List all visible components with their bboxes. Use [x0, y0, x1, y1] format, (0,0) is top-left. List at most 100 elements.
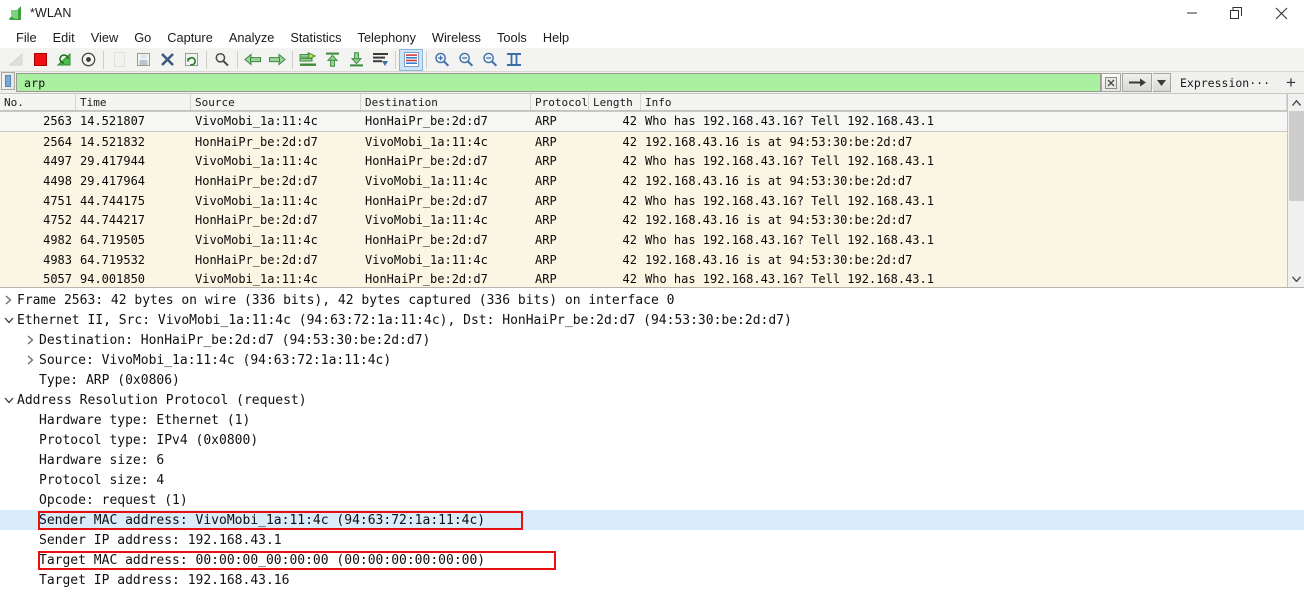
detail-tree-row[interactable]: Destination: HonHaiPr_be:2d:d7 (94:53:30… — [0, 330, 1304, 350]
reload-file-icon[interactable] — [179, 49, 203, 71]
cell-source: VivoMobi_1a:11:4c — [195, 232, 318, 247]
detail-tree-label: Target MAC address: 00:00:00_00:00:00 (0… — [39, 552, 486, 568]
restart-capture-icon[interactable] — [52, 49, 76, 71]
stop-capture-icon[interactable] — [28, 49, 52, 71]
table-row[interactable]: 4497 29.417944 VivoMobi_1a:11:4c HonHaiPr_b… — [0, 151, 1287, 171]
title-bar: *WLAN — [0, 0, 1304, 26]
close-icon[interactable] — [1259, 0, 1304, 26]
clear-filter-icon[interactable] — [1100, 73, 1121, 92]
table-row[interactable]: 4751 44.744175 VivoMobi_1a:11:4c HonHaiPr_b… — [0, 191, 1287, 211]
packet-list-column-header-no[interactable]: No. — [0, 94, 76, 110]
toolbar-separator — [237, 50, 238, 69]
cell-no: 4982 — [43, 232, 72, 247]
menu-item-telephony[interactable]: Telephony — [350, 28, 424, 47]
detail-tree-row[interactable]: Opcode: request (1) — [0, 490, 1304, 510]
detail-tree-row[interactable]: Type: ARP (0x0806) — [0, 370, 1304, 390]
capture-options-icon[interactable] — [76, 49, 100, 71]
detail-tree-row[interactable]: Ethernet II, Src: VivoMobi_1a:11:4c (94:… — [0, 310, 1304, 330]
cell-destination: HonHaiPr_be:2d:d7 — [365, 154, 488, 169]
chevron-down-icon[interactable] — [0, 397, 17, 404]
chevron-right-icon[interactable] — [22, 335, 39, 345]
table-row[interactable]: 4752 44.744217 HonHaiPr_be:2d:d7 VivoMobi_1… — [0, 210, 1287, 230]
detail-tree-row[interactable]: Frame 2563: 42 bytes on wire (336 bits),… — [0, 290, 1304, 310]
scrollbar-thumb[interactable] — [1289, 111, 1304, 201]
table-row[interactable]: 2564 14.521832 HonHaiPr_be:2d:d7 VivoMobi_1… — [0, 132, 1287, 152]
cell-no: 4751 — [43, 193, 72, 208]
menu-item-file[interactable]: File — [8, 28, 45, 47]
menu-item-view[interactable]: View — [83, 28, 127, 47]
scrollbar-track[interactable] — [1288, 111, 1304, 270]
table-row[interactable]: 5057 94.001850 VivoMobi_1a:11:4c HonHaiPr_b… — [0, 270, 1287, 288]
normal-size-icon[interactable] — [478, 49, 502, 71]
chevron-right-icon[interactable] — [0, 295, 17, 305]
go-forward-icon[interactable] — [265, 49, 289, 71]
detail-tree-row[interactable]: Hardware type: Ethernet (1) — [0, 410, 1304, 430]
go-first-packet-icon[interactable] — [320, 49, 344, 71]
cell-no: 5057 — [43, 272, 72, 287]
display-filter-input[interactable]: arp — [16, 73, 1101, 92]
detail-tree-row[interactable]: Sender IP address: 192.168.43.1 — [0, 530, 1304, 550]
filter-bookmark-icon[interactable] — [1, 72, 15, 90]
close-file-icon[interactable] — [155, 49, 179, 71]
table-row[interactable]: 4983 64.719532 HonHaiPr_be:2d:d7 VivoMobi_1… — [0, 250, 1287, 270]
menu-item-help[interactable]: Help — [535, 28, 577, 47]
detail-tree-row[interactable]: Source: VivoMobi_1a:11:4c (94:63:72:1a:1… — [0, 350, 1304, 370]
go-last-packet-icon[interactable] — [344, 49, 368, 71]
menu-item-go[interactable]: Go — [126, 28, 159, 47]
packet-list-rows[interactable]: 2563 14.521807 VivoMobi_1a:11:4c HonHaiPr_b… — [0, 111, 1287, 287]
filter-expression-button[interactable]: Expression··· — [1172, 72, 1278, 93]
cell-source: HonHaiPr_be:2d:d7 — [195, 173, 318, 188]
menu-item-wireless[interactable]: Wireless — [424, 28, 489, 47]
table-row[interactable]: 4498 29.417964 HonHaiPr_be:2d:d7 VivoMobi_1… — [0, 171, 1287, 191]
add-filter-button[interactable]: + — [1278, 72, 1304, 93]
go-to-packet-icon[interactable] — [296, 49, 320, 71]
cell-protocol: ARP — [535, 173, 557, 188]
packet-list-column-header-source[interactable]: Source — [191, 94, 361, 110]
packet-list-column-header-info[interactable]: Info — [641, 94, 1287, 110]
table-row[interactable]: 4982 64.719505 VivoMobi_1a:11:4c HonHaiPr_b… — [0, 230, 1287, 250]
detail-tree-row[interactable]: Address Resolution Protocol (request) — [0, 390, 1304, 410]
packet-list-column-header-time[interactable]: Time — [76, 94, 191, 110]
packet-list-column-header-protocol[interactable]: Protocol — [531, 94, 589, 110]
menu-item-analyze[interactable]: Analyze — [221, 28, 283, 47]
zoom-in-icon[interactable] — [430, 49, 454, 71]
chevron-down-icon[interactable] — [0, 317, 17, 324]
chevron-right-icon[interactable] — [22, 355, 39, 365]
resize-columns-icon[interactable] — [502, 49, 526, 71]
save-file-icon[interactable] — [131, 49, 155, 71]
packet-list-column-header-destination[interactable]: Destination — [361, 94, 531, 110]
detail-tree-row[interactable]: Hardware size: 6 — [0, 450, 1304, 470]
filter-history-chevron-icon[interactable] — [1152, 73, 1171, 92]
menu-item-edit[interactable]: Edit — [45, 28, 83, 47]
colorize-packets-icon[interactable] — [399, 48, 423, 71]
auto-scroll-icon[interactable] — [368, 49, 392, 71]
apply-filter-icon[interactable] — [1121, 73, 1152, 92]
menu-item-capture[interactable]: Capture — [159, 28, 221, 47]
scroll-up-icon[interactable] — [1288, 94, 1304, 111]
packet-list-scrollbar[interactable] — [1287, 94, 1304, 287]
cell-length: 42 — [622, 252, 637, 267]
cell-protocol: ARP — [535, 193, 557, 208]
detail-tree-row[interactable]: Protocol size: 4 — [0, 470, 1304, 490]
scroll-down-icon[interactable] — [1288, 270, 1304, 287]
packet-list-column-header-length[interactable]: Length — [589, 94, 641, 110]
menu-item-statistics[interactable]: Statistics — [282, 28, 349, 47]
packet-detail-pane[interactable]: Frame 2563: 42 bytes on wire (336 bits),… — [0, 288, 1304, 590]
detail-tree-row[interactable]: Protocol type: IPv4 (0x0800) — [0, 430, 1304, 450]
detail-tree-row[interactable]: Target IP address: 192.168.43.16 — [0, 570, 1304, 590]
cell-destination: HonHaiPr_be:2d:d7 — [365, 114, 488, 129]
cell-source: HonHaiPr_be:2d:d7 — [195, 252, 318, 267]
detail-tree-row[interactable]: Sender MAC address: VivoMobi_1a:11:4c (9… — [0, 510, 1304, 530]
minimize-icon[interactable] — [1169, 0, 1214, 26]
go-back-icon[interactable] — [241, 49, 265, 71]
zoom-out-icon[interactable] — [454, 49, 478, 71]
maximize-icon[interactable] — [1214, 0, 1259, 26]
cell-no: 4752 — [43, 213, 72, 228]
menu-item-tools[interactable]: Tools — [489, 28, 535, 47]
cell-no: 2563 — [43, 114, 72, 129]
find-packet-icon[interactable] — [210, 49, 234, 71]
detail-tree-row[interactable]: Target MAC address: 00:00:00_00:00:00 (0… — [0, 550, 1304, 570]
cell-source: VivoMobi_1a:11:4c — [195, 272, 318, 287]
table-row[interactable]: 2563 14.521807 VivoMobi_1a:11:4c HonHaiPr_b… — [0, 111, 1287, 132]
packet-list-header[interactable]: No. Time Source Destination Protocol Length In… — [0, 94, 1287, 111]
